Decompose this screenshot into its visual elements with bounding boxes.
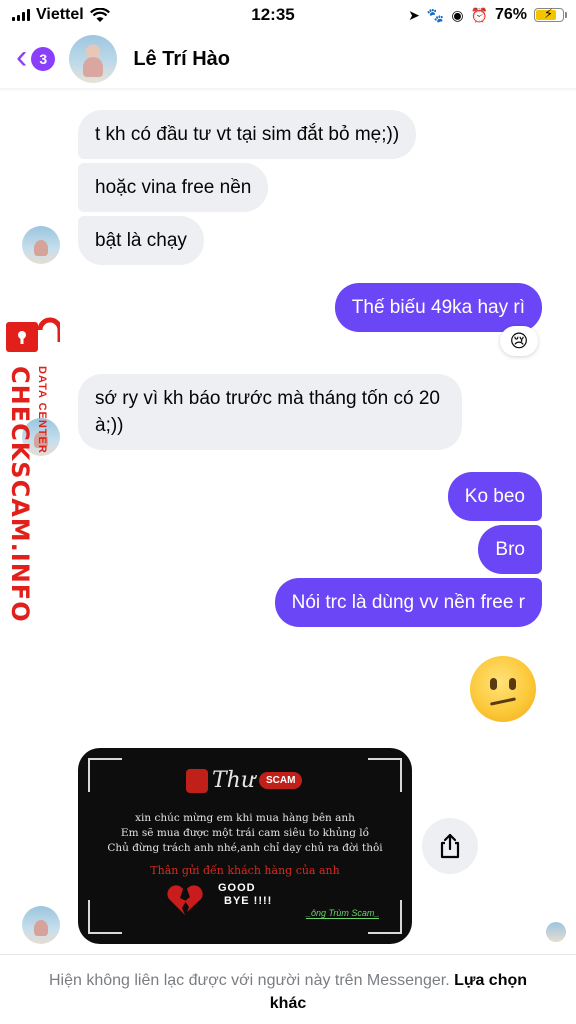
status-left: Viettel <box>12 6 212 24</box>
message-bubble-outgoing[interactable]: Nói trc là dùng vv nền free r <box>274 578 542 627</box>
location-arrow-icon: ➤ <box>408 6 420 23</box>
contact-avatar[interactable] <box>69 35 118 83</box>
status-right: ➤ 🐾 ◉ ⏰ 76% ⚡ <box>354 6 567 24</box>
chat-header: ‹ 3 Lê Trí Hào <box>0 30 576 88</box>
battery-percent: 76% <box>494 6 527 23</box>
alarm-icon: ⏰ <box>470 6 488 23</box>
paw-icon: 🐾 <box>426 6 445 23</box>
frame-corner <box>88 758 122 792</box>
watermark: CHECKSCAM.INFO DATA CENTER <box>0 310 64 623</box>
goodbye-line-1: GOOD <box>218 882 256 894</box>
watermark-subtext: DATA CENTER <box>36 366 48 454</box>
carrier-name: Viettel <box>36 6 84 23</box>
header-divider <box>0 88 576 92</box>
message-bubble-incoming[interactable]: bật là chạy <box>78 216 204 265</box>
share-button[interactable] <box>422 818 478 874</box>
watermark-text: CHECKSCAM.INFO <box>6 366 34 623</box>
footer-notice: Hiện không liên lạc được với người này t… <box>0 954 576 1024</box>
unavailable-notice: Hiện không liên lạc được với người này t… <box>48 972 450 989</box>
status-bar: Viettel 12:35 ➤ 🐾 ◉ ⏰ 76% ⚡ <box>0 0 576 30</box>
status-time: 12:35 <box>251 5 295 24</box>
signal-icon <box>12 9 30 21</box>
card-red-line: Thân gửi đến khách hàng của anh <box>150 864 340 877</box>
scam-badge: SCAM <box>259 772 303 789</box>
card-text-line: Chủ đừng trách anh nhé,anh chỉ dạy chủ r… <box>107 842 383 854</box>
card-brand-name: Thư <box>212 768 256 793</box>
spy-logo-icon <box>186 768 208 793</box>
card-text-line: xin chúc mừng em khi mua hàng bên anh <box>135 812 355 824</box>
orientation-lock-icon: ◉ <box>451 6 464 23</box>
card-text-line: Em sẽ mua được một trái cam siêu to khủn… <box>120 827 370 839</box>
share-icon <box>440 833 460 859</box>
message-bubble-outgoing[interactable]: Ko beo <box>447 472 542 521</box>
broken-heart-icon <box>167 885 203 915</box>
goodbye-text: GOOD BYE !!!! <box>218 882 272 908</box>
message-bubble-outgoing[interactable]: Bro <box>478 525 542 574</box>
unread-count-badge: 3 <box>31 47 56 71</box>
read-receipt-avatar <box>546 922 566 942</box>
sender-avatar[interactable] <box>22 906 60 944</box>
message-bubble-outgoing[interactable]: Thế biếu 49ka hay rì <box>334 283 542 332</box>
message-bubble-incoming[interactable]: sớ ry vì kh báo trước mà tháng tốn có 20… <box>78 374 462 450</box>
reaction-badge[interactable]: 😢 <box>500 326 538 356</box>
goodbye-line-2: BYE !!!! <box>224 895 273 907</box>
frame-corner <box>88 900 122 934</box>
frame-corner <box>368 758 402 792</box>
card-brand: Thư SCAM <box>186 768 303 793</box>
battery-icon: ⚡ <box>534 6 567 22</box>
message-bubble-incoming[interactable]: hoặc vina free nền <box>78 163 269 212</box>
chevron-left-icon: ‹ <box>16 38 28 76</box>
image-attachment[interactable]: Thư SCAM xin chúc mừng em khi mua hàng b… <box>78 748 412 944</box>
contact-name[interactable]: Lê Trí Hào <box>133 48 230 71</box>
message-bubble-incoming[interactable]: t kh có đầu tư vt tại sim đắt bỏ mẹ;)) <box>78 110 417 159</box>
back-button[interactable]: ‹ 3 <box>16 40 56 74</box>
confused-face-emoji[interactable] <box>470 656 536 722</box>
lock-icon <box>6 317 60 352</box>
card-signature: _ông Trùm Scam_ <box>306 908 380 919</box>
sender-avatar[interactable] <box>22 226 60 264</box>
wifi-icon <box>89 7 110 22</box>
